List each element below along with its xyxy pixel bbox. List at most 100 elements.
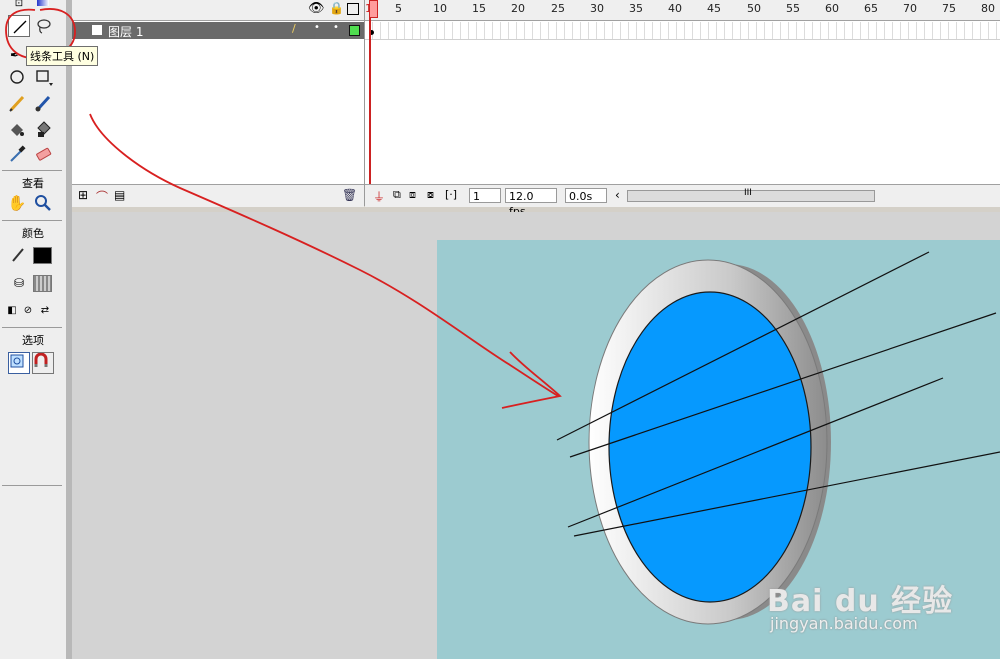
elapsed-time-field: 0.0s [565, 188, 607, 203]
no-color-icon: ⊘ [23, 304, 33, 316]
eraser-icon [36, 147, 52, 161]
timeline-status-bar: ⏚ ⧉ ⧈ ⧇ [·] 1 12.0 fps 0.0s ‹ III [365, 184, 1000, 218]
outline-color-icon[interactable] [349, 25, 360, 36]
eye-icon[interactable]: 👁 [308, 1, 325, 16]
stroke-pencil-icon [12, 248, 24, 262]
fill-bucket-icon: ⛁ [13, 276, 25, 290]
ruler-tick-label: 40 [668, 2, 682, 15]
add-motion-guide-icon[interactable]: ⌒ [96, 188, 108, 205]
frame-ruler[interactable]: 15101520253035404550556065707580 [365, 0, 1000, 21]
ink-bottle-icon [11, 124, 24, 136]
insert-layer-icon[interactable]: ⊞ [78, 188, 88, 202]
watermark-url: jingyan.baidu.com [770, 614, 918, 633]
gradient-icon [37, 0, 49, 6]
frames-pane: 15101520253035404550556065707580 ⏚ ⧉ ⧈ ⧇… [365, 0, 1000, 218]
view-section-label: 查看 [22, 177, 44, 190]
black-white-icon: ◧ [7, 304, 17, 316]
edit-multiple-frames-icon[interactable]: ⧇ [427, 188, 434, 202]
lock-dot-icon[interactable]: • [333, 22, 339, 33]
ruler-tick-label: 20 [511, 2, 525, 15]
onion-skin-icon[interactable]: ⧉ [393, 188, 401, 202]
lasso-icon [37, 19, 51, 34]
timeline-panel: 👁 🔒 图层 1 / • • ⊞ ⌒ ▤ 🗑 15101520253035404… [72, 0, 1000, 218]
paint-bucket-icon [37, 121, 51, 137]
ruler-tick-label: 50 [747, 2, 761, 15]
frame-row[interactable] [365, 22, 1000, 40]
lasso-tool-button[interactable] [32, 15, 54, 37]
black-white-button[interactable]: ◧ [4, 299, 20, 321]
pencil-icon [9, 95, 25, 112]
options-section-label: 选项 [22, 334, 44, 347]
snap-to-objects-button[interactable] [32, 352, 54, 374]
visible-dot-icon[interactable]: • [314, 22, 320, 33]
outline-icon[interactable] [347, 3, 359, 15]
layers-header: 👁 🔒 [72, 0, 364, 21]
oval-tool-button[interactable] [6, 66, 28, 88]
scroll-left-button[interactable]: ‹ [615, 188, 620, 202]
pencil-tool-button[interactable] [6, 92, 28, 114]
swap-colors-icon: ⇄ [40, 304, 50, 316]
eyedropper-tool-button[interactable] [6, 143, 28, 165]
layer-icon [92, 25, 102, 35]
ruler-tick-label: 75 [942, 2, 956, 15]
playhead[interactable] [369, 0, 378, 186]
lock-icon[interactable]: 🔒 [329, 1, 344, 15]
stroke-color-button[interactable] [8, 244, 30, 266]
ruler-tick-label: 25 [551, 2, 565, 15]
line-tool-tooltip: 线条工具 (N) [26, 46, 99, 66]
center-frame-icon[interactable]: ⏚ [373, 188, 385, 205]
line-icon [13, 20, 27, 34]
ruler-tick-label: 35 [629, 2, 643, 15]
oval-icon [10, 70, 24, 84]
edit-pencil-icon: / [292, 22, 296, 35]
brush-icon [35, 95, 51, 112]
eraser-tool-button[interactable] [32, 143, 54, 165]
ruler-tick-label: 30 [590, 2, 604, 15]
eyedropper-icon [10, 145, 26, 162]
transform-icon: ⊡ [14, 0, 24, 9]
zoom-tool-button[interactable] [32, 192, 54, 214]
paint-bucket-tool-button[interactable] [32, 118, 54, 140]
stroke-color-swatch[interactable] [33, 247, 52, 264]
magnet-icon [34, 353, 48, 367]
ruler-tick-label: 55 [786, 2, 800, 15]
ruler-tick-label: 15 [472, 2, 486, 15]
swap-colors-button[interactable]: ⇄ [36, 299, 54, 321]
no-color-button[interactable]: ⊘ [20, 299, 36, 321]
rectangle-icon [36, 70, 53, 86]
section-divider [2, 485, 62, 486]
timeline-horizontal-scrollbar[interactable]: III [627, 188, 875, 202]
delete-layer-icon[interactable]: 🗑 [342, 188, 357, 202]
ink-bottle-tool-button[interactable] [6, 118, 28, 140]
fill-color-swatch[interactable] [33, 275, 52, 292]
modify-markers-icon[interactable]: [·] [445, 188, 457, 201]
brush-tool-button[interactable] [32, 92, 54, 114]
layer-row[interactable]: 图层 1 / • • [72, 22, 364, 39]
layers-pane: 👁 🔒 图层 1 / • • ⊞ ⌒ ▤ 🗑 [72, 0, 365, 207]
playhead-handle[interactable] [369, 0, 378, 18]
hand-tool-button[interactable]: ✋ [6, 192, 28, 214]
text-tool-button[interactable]: ✒ [4, 44, 26, 66]
ruler-tick-label: 10 [433, 2, 447, 15]
scrollbar-grip[interactable]: III [744, 188, 752, 198]
onion-outline-icon[interactable]: ⧈ [409, 188, 416, 202]
section-divider [2, 220, 62, 221]
ruler-tick-label: 70 [903, 2, 917, 15]
rectangle-tool-button[interactable] [32, 66, 54, 88]
pen-icon: ✒ [9, 48, 21, 62]
ruler-tick-label: 45 [707, 2, 721, 15]
insert-folder-icon[interactable]: ▤ [114, 188, 125, 202]
layer-name[interactable]: 图层 1 [108, 23, 143, 40]
frame-rate-field[interactable]: 12.0 fps [505, 188, 557, 218]
line-tool-button[interactable] [8, 15, 30, 37]
object-drawing-icon [10, 354, 24, 368]
section-divider [2, 170, 62, 171]
free-transform-tool-button[interactable]: ⊡ [8, 0, 30, 9]
zoom-icon [35, 195, 51, 211]
fill-color-button[interactable]: ⛁ [8, 272, 30, 294]
ruler-tick-label: 60 [825, 2, 839, 15]
ruler-tick-label: 5 [395, 2, 402, 15]
object-drawing-button[interactable] [8, 352, 30, 374]
color-section-label: 颜色 [22, 227, 44, 240]
fill-transform-tool-button[interactable] [32, 0, 54, 9]
